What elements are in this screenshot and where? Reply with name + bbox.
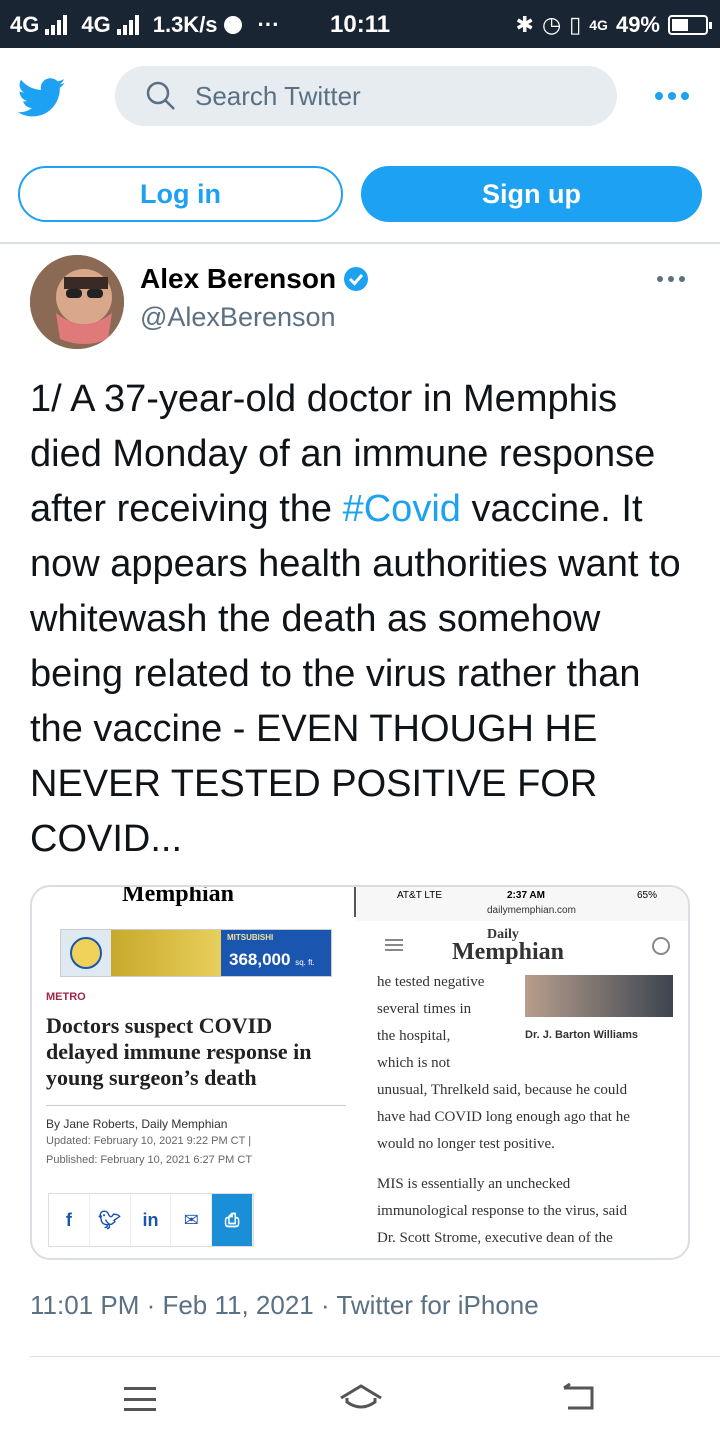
login-button[interactable]: Log in — [18, 166, 343, 222]
clock: 10:11 — [330, 11, 391, 38]
phone-carrier: AT&T LTE — [397, 890, 443, 901]
ad-image — [111, 930, 221, 976]
article-line: Dr. Scott Strome, executive dean of the — [377, 1230, 613, 1246]
status-bar: 4G 4G 1.3K/s ··· 10:11 ✱ ◷ ▯ 4G 49% — [0, 0, 720, 48]
phone-url: dailymemphian.com — [487, 905, 576, 916]
author-handle[interactable]: @AlexBerenson — [140, 302, 336, 333]
advertisement: MITSUBISHI 368,000 sq. ft. — [60, 929, 332, 977]
twitter-bird-icon[interactable] — [18, 78, 66, 118]
photo-caption: Dr. J. Barton Williams — [525, 1029, 638, 1041]
article-line: immunological response to the virus, sai… — [377, 1203, 627, 1219]
article-line: MIS is essentially an unchecked — [377, 1176, 571, 1192]
tweet-media-image[interactable]: Memphian MITSUBISHI 368,000 sq. ft. METR… — [30, 885, 690, 1260]
home-nav-icon[interactable] — [337, 1382, 385, 1414]
hashtag-link[interactable]: #Covid — [343, 488, 461, 530]
article-byline: By Jane Roberts, Daily Memphian — [46, 1117, 228, 1131]
article-line: several times in — [377, 1001, 472, 1017]
ad-panel: MITSUBISHI 368,000 sq. ft. — [221, 930, 331, 976]
article-headline: Doctors suspect COVID delayed immune res… — [46, 1013, 312, 1090]
back-nav-icon[interactable] — [562, 1382, 598, 1412]
article-line: have had COVID long enough ago that he — [377, 1109, 630, 1125]
phone-time: 2:37 AM — [507, 890, 545, 901]
menu-nav-icon[interactable] — [124, 1387, 156, 1411]
more-notifications: ··· — [257, 12, 280, 37]
navigation-icon — [223, 16, 242, 34]
share-bar: f 🐦︎ in ✉ ⎙ — [48, 1193, 254, 1247]
tweet-more-icon[interactable] — [657, 276, 685, 282]
network-label: 4G — [10, 12, 40, 37]
tweet-text: 1/ A 37-year-old doctor in Memphis died … — [30, 372, 698, 867]
section-label: METRO — [46, 991, 86, 1003]
more-options-icon[interactable] — [655, 92, 689, 100]
ad-unit: sq. ft. — [295, 958, 315, 967]
footer-divider — [30, 1356, 720, 1357]
panel-separator — [354, 887, 356, 917]
article-line: he tested negative — [377, 974, 485, 990]
ad-brand: MITSUBISHI — [227, 933, 274, 942]
menu-icon — [385, 939, 403, 951]
avatar-image — [30, 255, 124, 349]
battery-icon — [668, 15, 712, 35]
article-published: Published: February 10, 2021 6:27 PM CT — [46, 1154, 253, 1166]
article-divider — [46, 1105, 346, 1106]
battery-percent: 49% — [615, 12, 660, 37]
article-line: unusual, Threlkeld said, because he coul… — [377, 1082, 628, 1098]
search-input[interactable]: Search Twitter — [115, 66, 617, 126]
bluetooth-icon: ✱ — [515, 12, 534, 37]
phone-battery: 65% — [637, 890, 658, 901]
account-icon — [652, 937, 670, 955]
doctor-photo — [525, 975, 673, 1017]
network-label-2: 4G — [81, 12, 111, 37]
email-icon: ✉ — [171, 1194, 213, 1246]
author-name-text: Alex Berenson — [140, 263, 337, 294]
facebook-icon: f — [49, 1194, 90, 1246]
search-placeholder: Search Twitter — [195, 80, 361, 111]
author-name[interactable]: Alex Berenson — [140, 263, 370, 295]
twitter-icon: 🐦︎ — [90, 1194, 131, 1246]
avatar[interactable] — [30, 255, 124, 349]
network-speed: 1.3K/s — [152, 12, 218, 37]
signal-icon — [45, 15, 68, 35]
header-divider — [0, 242, 720, 244]
article-line: would no longer test positive. — [377, 1136, 555, 1152]
vibrate-icon: ▯ — [569, 12, 582, 37]
ad-number: 368,000 — [229, 950, 291, 969]
ad-logo-icon — [61, 930, 111, 976]
article-line: which is not — [377, 1055, 451, 1071]
right-masthead: Memphian — [452, 939, 565, 965]
left-masthead: Memphian — [122, 885, 235, 907]
article-line: the hospital, — [377, 1028, 451, 1044]
print-icon: ⎙ — [212, 1194, 253, 1246]
network-small: 4G — [589, 17, 608, 33]
verified-badge-icon — [344, 267, 369, 291]
tweet-timestamp[interactable]: 11:01 PM · Feb 11, 2021 · Twitter for iP… — [30, 1290, 539, 1321]
search-icon — [146, 81, 175, 110]
signal-icon-2 — [116, 15, 139, 35]
screenshot-left: Memphian MITSUBISHI 368,000 sq. ft. METR… — [32, 885, 352, 1258]
linkedin-icon: in — [131, 1194, 172, 1246]
signup-button[interactable]: Sign up — [361, 166, 702, 222]
article-updated: Updated: February 10, 2021 9:22 PM CT | — [46, 1135, 252, 1147]
screenshot-right: AT&T LTE 2:37 AM dailymemphian.com 65% D… — [357, 887, 688, 1258]
phone-status-bar: AT&T LTE 2:37 AM dailymemphian.com 65% — [357, 887, 688, 921]
alarm-icon: ◷ — [541, 12, 562, 37]
tweet-text-part-2: vaccine. It now appears health authoriti… — [30, 488, 681, 860]
